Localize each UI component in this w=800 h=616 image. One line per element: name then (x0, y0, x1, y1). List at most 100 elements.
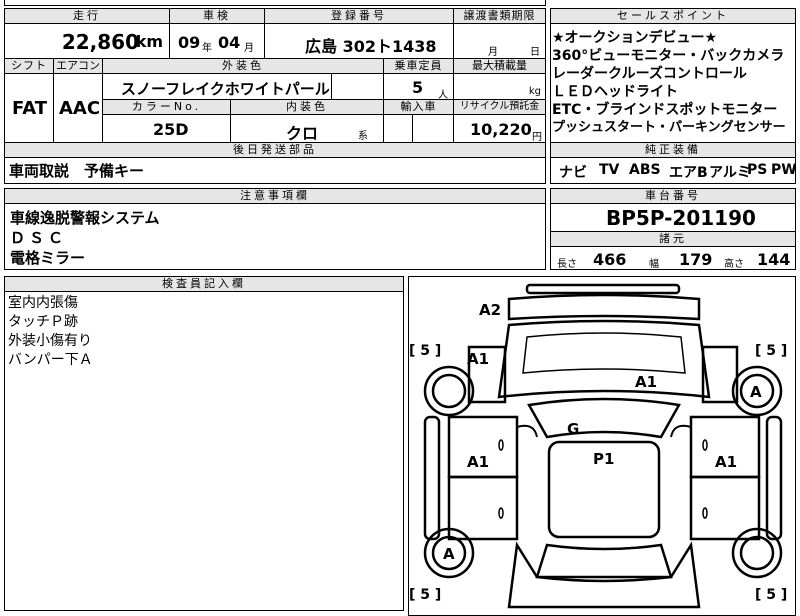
transfer-doc-header: 譲渡書類期限 (453, 8, 546, 24)
equipment-item: エアB (669, 165, 708, 181)
selling-point-item: レーダークルーズコントロール (552, 66, 747, 82)
exterior-color-cell: スノーフレイクホワイトパール (102, 73, 332, 100)
code-right-door: A1 (715, 453, 737, 471)
code-left-door: A1 (467, 453, 489, 471)
capacity-header: 乗車定員 (383, 58, 454, 74)
inspection-cell: 09 年 04 月 (169, 23, 265, 59)
max-load-header: 最大積載量 (453, 58, 546, 74)
equipment-item: PW (771, 162, 796, 178)
inspector-notes-cell: 室内内張傷 タッチＰ跡 外装小傷有り バンパー下Ａ (4, 291, 404, 611)
spec-height-label: 高さ (724, 259, 744, 270)
selling-point-item: ＬＥＤヘッドライト (552, 84, 678, 100)
import-cell-b (412, 114, 454, 143)
mileage-cell: 22,860 km (4, 23, 170, 59)
wheel-rr-inner (739, 535, 775, 571)
shift-value: FAT (12, 98, 48, 119)
note-item: ＤＳＣ (10, 229, 68, 247)
color-no-value: 25D (153, 120, 189, 139)
load-unit: kg (528, 86, 541, 97)
code-front-right-wheel: A (750, 383, 762, 401)
interior-color-header: 内装色 (230, 99, 384, 115)
color-no-cell: 25D (102, 114, 231, 143)
front-bumper-outline (507, 293, 701, 321)
left-rocker (423, 415, 441, 541)
import-cell-a (383, 114, 413, 143)
door-handle (702, 507, 708, 519)
import-header: 輸入車 (383, 99, 454, 115)
tire-depth-rr: [ 5 ] (755, 587, 787, 603)
recycle-header: リサイクル預託金 (453, 99, 546, 115)
capacity-cell: 5 人 (383, 73, 454, 100)
door-handle (498, 507, 504, 519)
interior-color-cell: クロ 系 (230, 114, 384, 143)
chassis-no-header: 車台番号 (550, 188, 796, 204)
car-diagram-panel: A2 A1 A1 G P1 A1 A1 A A [ 5 ] [ 5 ] [ 5 … (408, 276, 796, 616)
registration-cell: 広島 302ト1438 (264, 23, 454, 59)
max-load-cell: kg (453, 73, 546, 100)
shift-header: シフト (4, 58, 54, 74)
selling-point-item: 360°ビューモニター・バックカメラ (552, 48, 785, 64)
recycle-value: 10,220 (470, 120, 532, 139)
transfer-day-unit: 日 (530, 47, 540, 58)
chassis-no-cell: BP5P-201190 (550, 203, 796, 232)
equipment-item: ナビ (559, 165, 587, 181)
car-diagram: A2 A1 A1 G P1 A1 A1 A A [ 5 ] [ 5 ] [ 5 … (409, 283, 787, 609)
later-parts-header: 後日発送部品 (4, 142, 546, 158)
left-rear-door (447, 475, 519, 541)
spec-length-value: 466 (593, 250, 627, 269)
inspector-note-item: 外装小傷有り (8, 333, 92, 349)
tire-depth-rl: [ 5 ] (409, 587, 441, 603)
registration-value: 広島 302ト1438 (305, 37, 437, 56)
right-rocker (765, 415, 783, 541)
exterior-color-extra (331, 73, 384, 100)
front-grille (525, 283, 681, 295)
inspection-month-unit: 月 (244, 43, 254, 54)
note-item: 電格ミラー (10, 249, 86, 267)
inspection-header: 車検 (169, 8, 265, 24)
inspector-notes-header: 検査員記入欄 (4, 276, 404, 292)
note-item: 車線逸脱警報システム (10, 209, 160, 227)
code-rear-left-wheel: A (443, 545, 455, 563)
inspection-year: 09 (178, 33, 201, 52)
aircon-header: エアコン (53, 58, 103, 74)
spec-width-value: 179 (679, 250, 713, 269)
capacity-unit: 人 (438, 90, 448, 100)
spec-height-value: 144 (757, 250, 791, 269)
notes-cell: 車線逸脱警報システム ＤＳＣ 電格ミラー (4, 203, 546, 270)
specs-header: 諸元 (550, 231, 796, 247)
rear-window (535, 543, 673, 583)
notes-header: 注意事項欄 (4, 188, 546, 204)
trunk-outline (507, 541, 701, 609)
color-no-header: カラーNo. (102, 99, 231, 115)
mileage-header: 走行 (4, 8, 170, 24)
selling-point-item: ★オークションデビュー★ (552, 30, 718, 46)
exterior-color-value: スノーフレイクホワイトパール (121, 80, 330, 98)
top-strip (4, 0, 546, 6)
door-handle (498, 439, 504, 451)
inspector-note-item: バンパー下Ａ (8, 352, 93, 368)
spec-length-label: 長さ (557, 259, 577, 270)
aircon-value: AAC (59, 98, 101, 119)
mileage-unit: km (135, 32, 163, 51)
code-front-left-fender: A1 (467, 350, 489, 368)
hood-inner (522, 332, 686, 374)
spec-width-label: 幅 (649, 259, 659, 270)
shift-cell: FAT (4, 73, 54, 143)
registration-header: 登録番号 (264, 8, 454, 24)
genuine-equipment-cell: ナビ TV ABS エアB アルミ PS PW (550, 157, 796, 184)
equipment-item: TV (599, 162, 620, 178)
equipment-item: PS (747, 162, 768, 178)
code-front-bumper: A2 (479, 301, 501, 319)
left-mirror (516, 424, 538, 438)
recycle-cell: 10,220 円 (453, 114, 546, 143)
transfer-month-unit: 月 (488, 47, 498, 58)
code-roof-panel: P1 (593, 450, 614, 468)
later-parts-cell: 車両取説 予備キー (4, 157, 546, 184)
mileage-value: 22,860 (61, 30, 139, 54)
inspection-year-unit: 年 (202, 43, 212, 54)
inspector-note-item: タッチＰ跡 (8, 314, 78, 330)
equipment-item: ABS (629, 162, 661, 178)
selling-point-item: ETC・ブラインドスポットモニター (552, 102, 778, 118)
right-mirror (670, 424, 692, 438)
selling-points-cell: ★オークションデビュー★ 360°ビューモニター・バックカメラ レーダークルーズ… (550, 23, 796, 143)
